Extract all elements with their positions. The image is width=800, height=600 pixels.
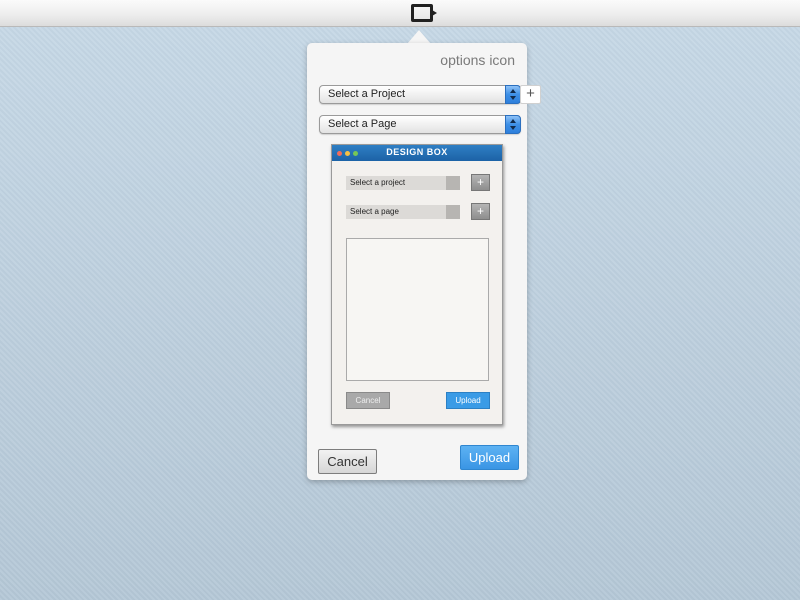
- menu-bar: [0, 0, 800, 27]
- preview-title: DESIGN BOX: [386, 147, 448, 157]
- preview-add-page-button: +: [471, 203, 490, 220]
- upload-button[interactable]: Upload: [460, 445, 519, 470]
- project-select[interactable]: Select a Project: [319, 85, 521, 104]
- design-box-preview: DESIGN BOX Select a project + Select a p…: [331, 144, 503, 425]
- page-select[interactable]: Select a Page: [319, 115, 521, 134]
- preview-cancel-button: Cancel: [346, 392, 390, 409]
- select-arrows-icon: [505, 115, 521, 134]
- preview-drop-area: [346, 238, 489, 381]
- preview-project-field: Select a project: [346, 176, 450, 190]
- page-select-value: Select a Page: [328, 118, 397, 130]
- preview-dropdown-icon: [446, 176, 460, 190]
- preview-titlebar: DESIGN BOX: [332, 145, 502, 161]
- preview-upload-button: Upload: [446, 392, 490, 409]
- options-icon[interactable]: options icon: [440, 52, 515, 68]
- popover-arrow: [407, 30, 431, 44]
- app-tray-icon[interactable]: [411, 4, 437, 22]
- upload-popover: options icon Select a Project + Select a…: [307, 43, 541, 480]
- preview-add-project-button: +: [471, 174, 490, 191]
- preview-page-field: Select a page: [346, 205, 450, 219]
- project-select-value: Select a Project: [328, 88, 406, 100]
- preview-dropdown-icon: [446, 205, 460, 219]
- add-project-button[interactable]: +: [520, 85, 541, 104]
- cancel-button[interactable]: Cancel: [318, 449, 377, 474]
- select-arrows-icon: [505, 85, 521, 104]
